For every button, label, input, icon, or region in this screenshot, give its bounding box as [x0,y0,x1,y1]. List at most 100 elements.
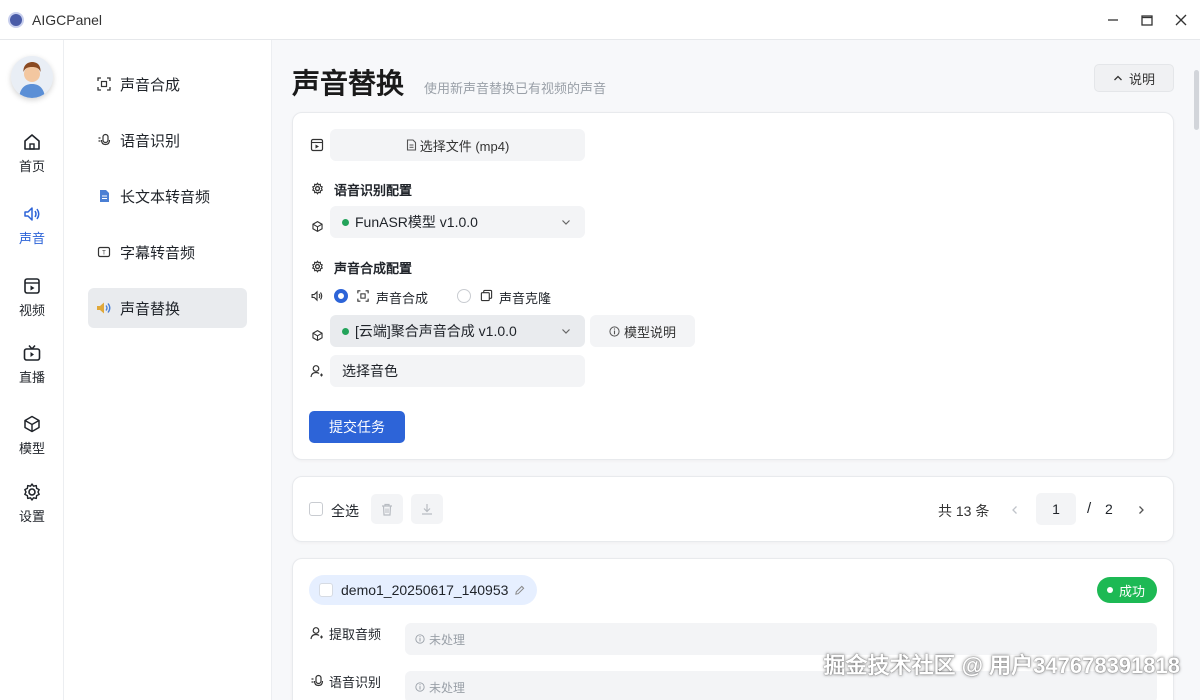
chevron-down-icon [562,329,570,334]
rail-item-live[interactable]: 直播 [0,343,64,403]
home-icon [24,134,40,150]
submenu-item-label: 字幕转音频 [120,244,196,262]
scan-icon [357,290,369,302]
page-subtitle: 使用新声音替换已有视频的声音 [424,81,607,96]
gear-icon [309,258,325,274]
step-label-asr: 语音识别 [329,675,382,690]
submenu-item-label: 语音识别 [120,132,181,150]
submenu-item-longtext[interactable]: 长文本转音频 [88,176,247,216]
chevron-down-icon [562,220,570,225]
task-checkbox[interactable] [319,583,333,597]
radio-clone[interactable] [457,289,471,303]
clone-icon [480,289,493,302]
vertical-scrollbar[interactable] [1194,70,1199,130]
submenu-item-label: 声音合成 [120,76,181,94]
step-label-extract: 提取音频 [329,627,382,642]
select-all-checkbox[interactable] [309,502,323,516]
chevron-right-icon[interactable] [1136,505,1146,515]
task-name-pill[interactable]: demo1_20250617_140953 [309,575,538,605]
current-page-input[interactable]: 1 [1036,493,1076,525]
rail-item-model[interactable]: 模型 [0,414,64,474]
minimize-button[interactable] [1098,0,1128,40]
rail-item-sound[interactable]: 声音 [0,204,64,264]
submenu-item-voice-replace[interactable]: 声音替换 [88,288,247,328]
total-pages: 2 [1105,501,1113,517]
submenu-item-asr[interactable]: 语音识别 [88,120,247,160]
subtitle-icon: T [96,244,112,260]
info-icon [415,634,425,644]
total-count: 共 13 条 [938,503,990,519]
status-dot [342,218,349,226]
status-badge: 成功 [1097,577,1158,603]
delete-button[interactable] [371,494,403,524]
app-logo-icon [8,11,24,28]
edit-icon[interactable] [514,585,525,596]
task-name: demo1_20250617_140953 [341,582,509,598]
video-file-icon [309,137,325,153]
submit-task-button[interactable]: 提交任务 [309,411,405,443]
document-icon [96,188,112,204]
speaker-icon [309,288,325,304]
close-icon [1175,14,1187,26]
file-icon [406,139,416,151]
speaker-color-icon [96,300,112,316]
rail-item-video[interactable]: 视频 [0,276,64,336]
submenu-item-tts[interactable]: 声音合成 [88,64,247,104]
trash-icon [382,503,392,516]
step-status-text: 未处理 [429,680,466,695]
download-icon [422,504,432,515]
chevron-up-icon [1114,75,1122,81]
svg-text:T: T [102,251,106,257]
task-form-card: 选择文件 (mp4) 语音识别配置 FunASR模型 v1.0.0 声音合成配置… [292,112,1174,460]
asr-model-select[interactable]: FunASR模型 v1.0.0 [330,206,585,238]
explain-button[interactable]: 说明 [1094,64,1174,92]
status-dot [1107,587,1113,593]
rail-item-home[interactable]: 首页 [0,132,64,192]
page-title: 声音替换 [292,68,405,99]
cube-icon [309,327,325,343]
watermark: 掘金技术社区 @ 用户347678391818 [823,653,1180,678]
main-content: 声音替换 使用新声音替换已有视频的声音 说明 选择文件 (mp4) 语音识别配置… [272,40,1200,700]
user-voice-icon [309,363,325,379]
scan-icon [96,76,112,92]
primary-nav-rail: 首页 声音 视频 直播 模型 设置 [0,40,64,700]
explain-button-label: 说明 [1128,71,1155,87]
tts-model-select[interactable]: [云端]聚合声音合成 v1.0.0 [330,315,585,347]
radio-clone-label: 声音克隆 [499,291,552,306]
info-icon [415,682,425,692]
radio-tts-label: 声音合成 [376,291,429,306]
minimize-icon [1108,19,1118,21]
submenu-item-subtitle[interactable]: T 字幕转音频 [88,232,247,272]
video-icon [24,278,40,294]
submit-task-label: 提交任务 [329,419,385,435]
rail-item-label: 首页 [18,159,45,174]
gear-icon [24,483,40,501]
submenu-item-label: 长文本转音频 [120,188,211,206]
download-button[interactable] [411,494,443,524]
maximize-button[interactable] [1132,0,1162,40]
status-dot [342,327,349,335]
gear-icon [309,180,325,196]
rail-item-settings[interactable]: 设置 [0,482,64,542]
rail-item-label: 模型 [18,441,45,456]
radio-tts[interactable] [334,289,348,303]
user-voice-icon [309,625,325,641]
select-all-label: 全选 [331,503,359,519]
mic-icon [309,673,325,689]
model-explain-button[interactable]: 模型说明 [590,315,695,347]
voice-select-placeholder: 选择音色 [342,363,398,379]
avatar-image [11,56,53,98]
voice-select[interactable]: 选择音色 [330,355,585,387]
tts-section-label: 声音合成配置 [334,261,413,276]
select-file-button[interactable]: 选择文件 (mp4) [330,129,585,161]
mic-icon [96,132,112,148]
speaker-icon [24,207,40,221]
avatar[interactable] [11,56,53,98]
window-title: AIGCPanel [32,11,103,28]
close-button[interactable] [1166,0,1196,40]
chevron-left-icon[interactable] [1010,505,1020,515]
submenu-item-label: 声音替换 [120,300,181,318]
window-controls [1098,0,1200,40]
asr-model-value: FunASR模型 v1.0.0 [355,214,478,230]
current-page-value: 1 [1052,501,1060,517]
